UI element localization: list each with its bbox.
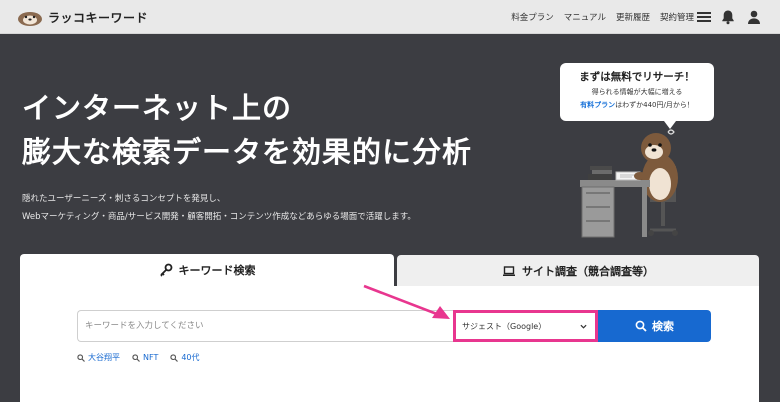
tab-keyword-search[interactable]: キーワード検索 bbox=[20, 254, 394, 286]
hero-description: 隠れたユーザーニーズ・刺さるコンセプトを発見し、 Webマーケティング・商品/サ… bbox=[22, 190, 416, 226]
promo-speech-bubble: まずは無料でリサーチ！ 得られる情報が大幅に増える 有料プランはわずか440円/… bbox=[560, 63, 714, 129]
bell-icon[interactable] bbox=[720, 9, 736, 25]
nav-changelog-link[interactable]: 更新履歴 bbox=[616, 11, 650, 23]
promo-line-1: 得られる情報が大幅に増える bbox=[591, 88, 683, 96]
suggested-keyword-link[interactable]: 40代 bbox=[170, 352, 200, 363]
promo-line-2: 有料プランはわずか440円/月から！ bbox=[560, 100, 714, 110]
hero-title-line-1: インターネット上の bbox=[22, 91, 293, 125]
search-button[interactable]: 検索 bbox=[598, 310, 711, 342]
hamburger-menu-icon[interactable] bbox=[696, 9, 712, 25]
key-icon bbox=[159, 263, 172, 277]
search-icon bbox=[132, 353, 140, 362]
tab-keyword-search-label: キーワード検索 bbox=[178, 264, 256, 277]
hero-description-line-1: 隠れたユーザーニーズ・刺さるコンセプトを発見し、 bbox=[22, 194, 226, 204]
search-icon bbox=[635, 320, 647, 332]
otter-at-desk-illustration bbox=[580, 129, 678, 238]
promo-title: まずは無料でリサーチ！ bbox=[579, 71, 695, 83]
laptop-icon bbox=[503, 265, 515, 276]
nav-manual-link[interactable]: マニュアル bbox=[564, 11, 606, 23]
suggested-keyword-label: 大谷翔平 bbox=[88, 353, 120, 362]
annotation-arrow-icon bbox=[363, 284, 450, 319]
suggested-keywords: 大谷翔平 NFT 40代 bbox=[77, 352, 212, 363]
header-nav: 料金プラン マニュアル 更新履歴 契約管理 bbox=[501, 0, 694, 34]
tab-site-research-label: サイト調査（競合調査等） bbox=[522, 264, 654, 278]
search-source-select[interactable]: サジェスト（Google） bbox=[453, 310, 598, 342]
brand-name: ラッコキーワード bbox=[48, 10, 149, 25]
promo-line-2-text: はわずか440円/月から！ bbox=[615, 101, 694, 109]
hero-title-line-2: 膨大な検索データを効果的に分析 bbox=[22, 135, 473, 169]
search-icon bbox=[77, 353, 85, 362]
suggested-keyword-label: 40代 bbox=[181, 353, 200, 362]
nav-contract-link[interactable]: 契約管理 bbox=[660, 11, 694, 23]
chevron-down-icon bbox=[580, 324, 587, 329]
user-account-icon[interactable] bbox=[746, 9, 762, 25]
suggested-keyword-label: NFT bbox=[143, 353, 159, 362]
hero-description-line-2: Webマーケティング・商品/サービス開発・顧客開拓・コンテンツ作成などあらゆる場… bbox=[22, 212, 416, 222]
nav-pricing-link[interactable]: 料金プラン bbox=[511, 11, 554, 23]
search-button-label: 検索 bbox=[652, 320, 674, 333]
logo[interactable]: ラッコキーワード bbox=[16, 6, 148, 28]
suggested-keyword-link[interactable]: NFT bbox=[132, 352, 158, 363]
hero-title: インターネット上の 膨大な検索データを効果的に分析 bbox=[22, 86, 472, 174]
paid-plan-link[interactable]: 有料プラン bbox=[580, 101, 615, 109]
search-source-selected-value: サジェスト（Google） bbox=[462, 321, 547, 331]
otter-logo-icon bbox=[18, 12, 42, 26]
top-bar: ラッコキーワード 料金プラン マニュアル 更新履歴 契約管理 bbox=[0, 0, 780, 34]
suggested-keyword-link[interactable]: 大谷翔平 bbox=[77, 352, 120, 363]
search-icon bbox=[170, 353, 179, 362]
